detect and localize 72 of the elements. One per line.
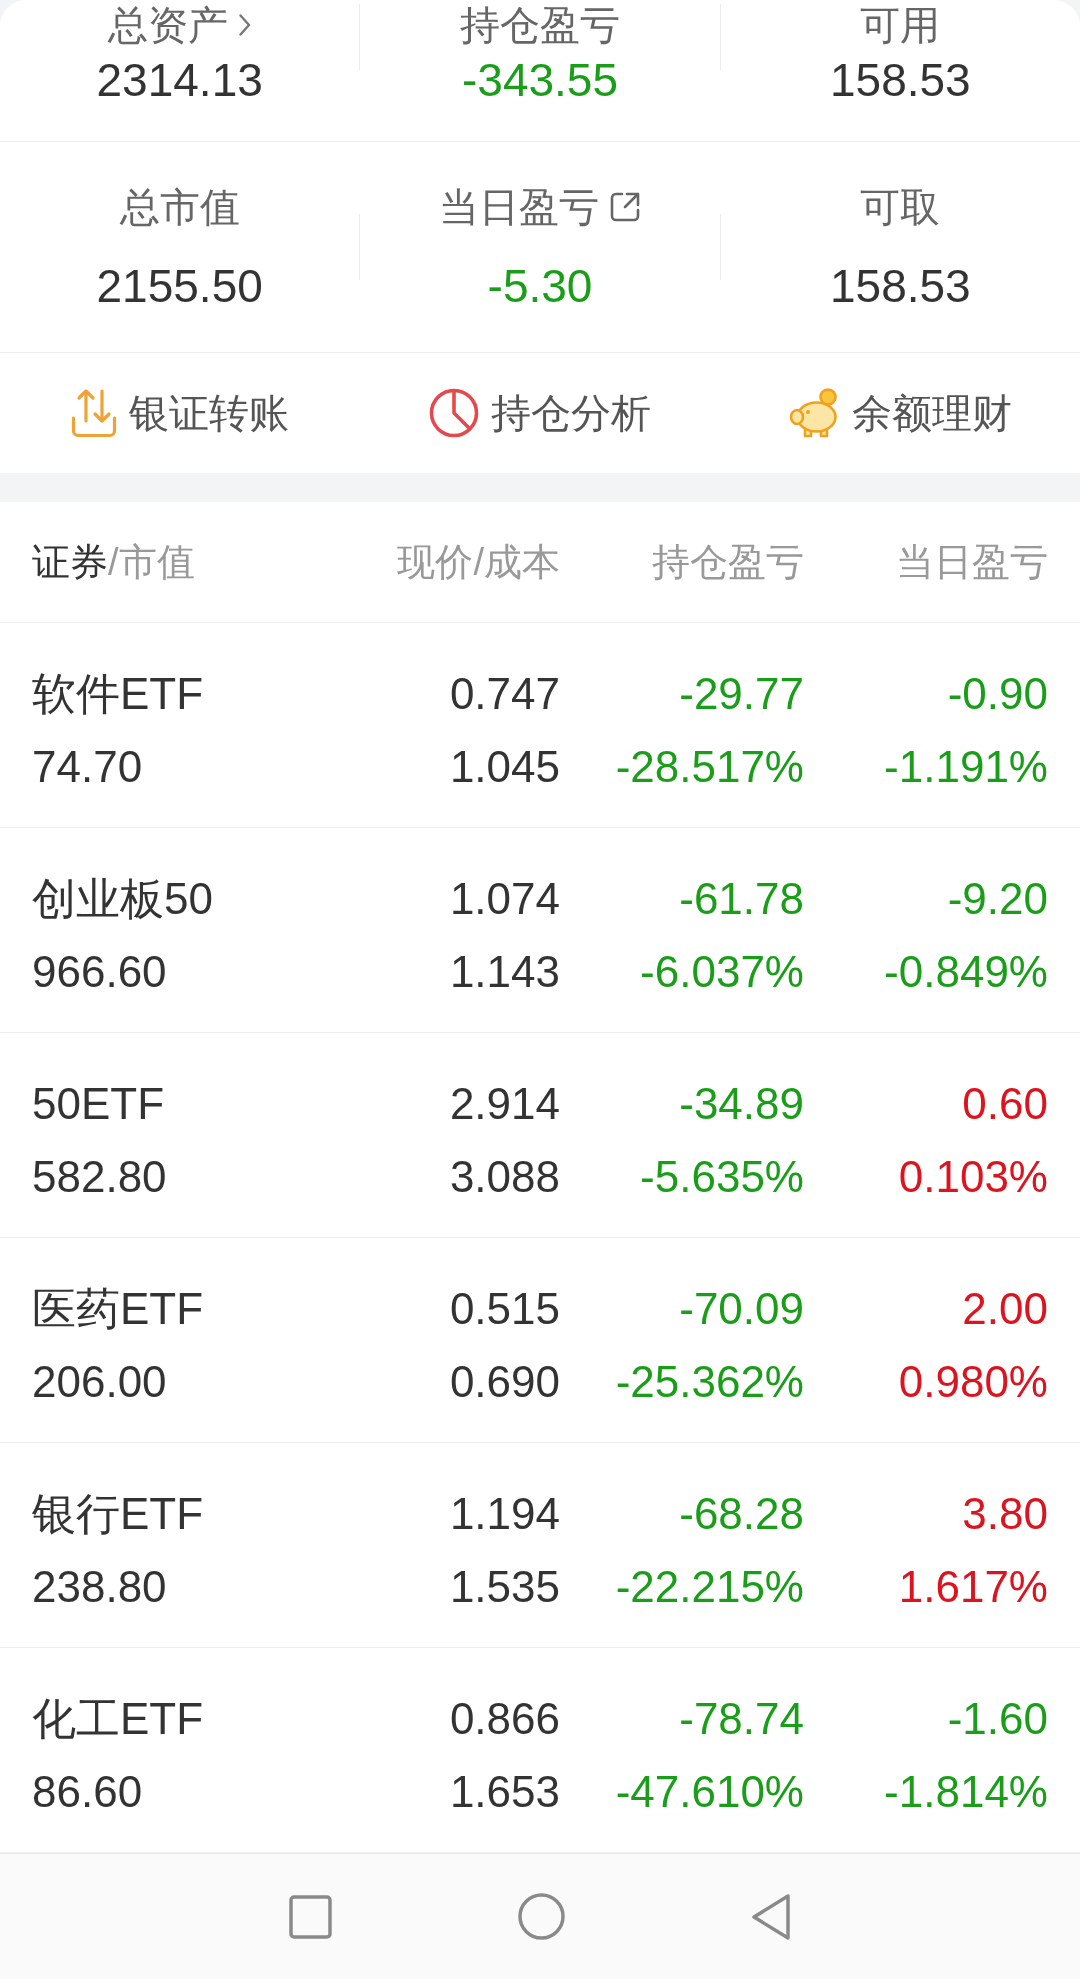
security-name: 50ETF: [32, 1078, 165, 1130]
home-icon[interactable]: [518, 1893, 565, 1940]
stat-label: 总资产: [107, 2, 228, 48]
position-pnl-percent: -5.635%: [640, 1151, 804, 1203]
day-pnl-percent: -1.814%: [884, 1766, 1048, 1818]
current-price: 0.866: [449, 1693, 560, 1745]
cost-price: 1.045: [449, 741, 560, 793]
current-price: 2.914: [449, 1078, 560, 1130]
stat-value: -5.30: [487, 259, 593, 314]
day-pnl-percent: -1.191%: [884, 741, 1048, 793]
cost-price: 1.143: [449, 946, 560, 998]
security-name: 创业板50: [32, 873, 213, 925]
stat-label: 持仓盈亏: [460, 2, 620, 48]
position-pnl-percent: -28.517%: [615, 741, 804, 793]
day-pnl-percent: 1.617%: [898, 1561, 1048, 1613]
position-pnl: -61.78: [679, 873, 804, 925]
stat-label: 可用: [860, 2, 941, 48]
cost-price: 1.653: [449, 1766, 560, 1818]
position-pnl: -68.28: [679, 1488, 804, 1540]
stat-label: 总市值: [119, 184, 240, 230]
day-pnl: -0.90: [947, 668, 1048, 720]
security-name: 医药ETF: [32, 1283, 204, 1335]
wealth-management-button[interactable]: 余额理财: [788, 387, 1012, 439]
position-pnl-percent: -25.362%: [615, 1356, 804, 1408]
day-pnl-percent: 0.103%: [898, 1151, 1048, 1203]
recent-apps-icon[interactable]: [289, 1894, 332, 1939]
market-value: 86.60: [32, 1766, 143, 1818]
position-pnl: -78.74: [679, 1693, 804, 1745]
day-pnl-percent: 0.980%: [898, 1356, 1048, 1408]
stat-value: -343.55: [462, 53, 618, 108]
cost-price: 0.690: [449, 1356, 560, 1408]
day-pnl: -9.20: [947, 873, 1048, 925]
stat-value: 158.53: [829, 53, 971, 108]
up-down-arrows-icon: [71, 388, 117, 438]
security-name: 化工ETF: [32, 1693, 204, 1745]
pie-chart-icon: [429, 388, 479, 438]
stat-label: 可取: [860, 184, 941, 230]
cost-price: 1.535: [449, 1561, 560, 1613]
stat-label: 当日盈亏: [439, 184, 599, 230]
position-pnl-percent: -22.215%: [615, 1561, 804, 1613]
chevron-right-icon[interactable]: [237, 13, 252, 37]
current-price: 1.194: [449, 1488, 560, 1540]
stat-value: 2155.50: [96, 259, 263, 314]
stat-value: 2314.13: [96, 53, 263, 108]
day-pnl: 2.00: [962, 1283, 1048, 1335]
position-pnl: -70.09: [679, 1283, 804, 1335]
market-value: 206.00: [32, 1356, 167, 1408]
security-name: 银行ETF: [32, 1488, 204, 1540]
day-pnl: -1.60: [947, 1693, 1048, 1745]
market-value: 238.80: [32, 1561, 167, 1613]
current-price: 0.747: [449, 668, 560, 720]
market-value: 966.60: [32, 946, 167, 998]
bank-transfer-button[interactable]: 银证转账: [71, 387, 289, 439]
current-price: 0.515: [449, 1283, 560, 1335]
position-pnl-percent: -6.037%: [640, 946, 804, 998]
external-link-icon[interactable]: [609, 191, 641, 223]
current-price: 1.074: [449, 873, 560, 925]
market-value: 74.70: [32, 741, 143, 793]
piggy-bank-icon: [788, 387, 840, 439]
position-pnl-percent: -47.610%: [615, 1766, 804, 1818]
position-pnl: -34.89: [679, 1078, 804, 1130]
stat-value: 158.53: [829, 259, 971, 314]
column-header[interactable]: 证券: [32, 541, 108, 583]
cost-price: 3.088: [449, 1151, 560, 1203]
security-name: 软件ETF: [32, 668, 204, 720]
back-icon[interactable]: [751, 1892, 791, 1941]
day-pnl: 3.80: [962, 1488, 1048, 1540]
day-pnl-percent: -0.849%: [884, 946, 1048, 998]
position-pnl: -29.77: [679, 668, 804, 720]
position-analysis-button[interactable]: 持仓分析: [429, 387, 651, 439]
day-pnl: 0.60: [962, 1078, 1048, 1130]
market-value: 582.80: [32, 1151, 167, 1203]
